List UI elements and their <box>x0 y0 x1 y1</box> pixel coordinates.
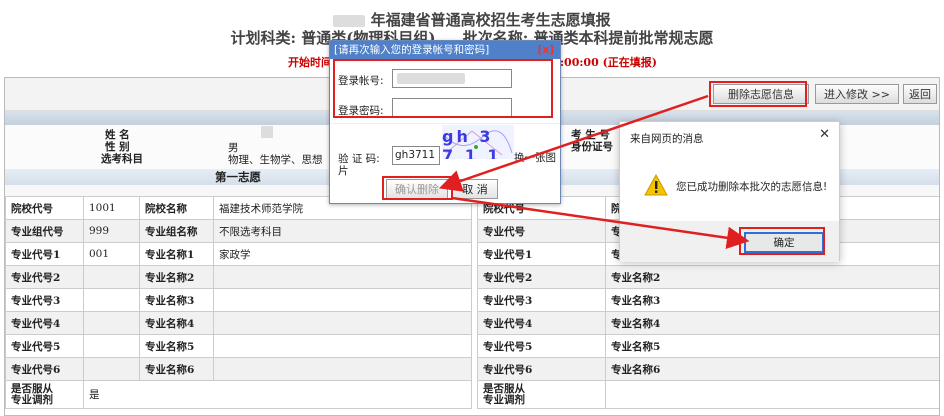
arrow-confirm-to-ok <box>451 196 750 249</box>
arrow-delete-to-confirm <box>438 94 709 192</box>
page: 年福建省普通高校招生考生志愿填报 计划科类: 普通类(物理科目组) 批次名称: … <box>0 0 944 416</box>
annotation-arrows <box>438 94 750 249</box>
